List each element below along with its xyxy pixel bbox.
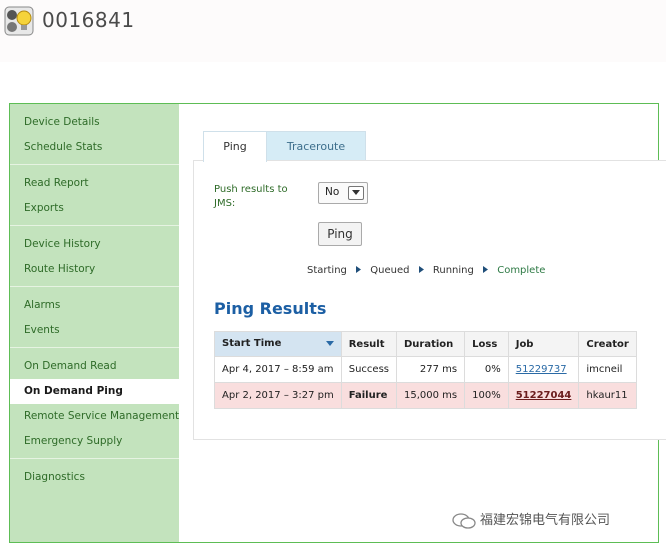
nav-group: Device History Route History: [10, 226, 179, 287]
nav-group: On Demand Read On Demand Ping Remote Ser…: [10, 348, 179, 459]
sidebar-item-on-demand-read[interactable]: On Demand Read: [10, 354, 179, 379]
select-value: No: [325, 186, 340, 198]
nav-group: Diagnostics: [10, 459, 179, 494]
lightbulb-meter-icon: [4, 6, 34, 36]
nav-group: Device Details Schedule Stats: [10, 104, 179, 165]
column-result[interactable]: Result: [340, 331, 398, 357]
step-running: Running: [432, 265, 474, 276]
push-results-select[interactable]: No: [318, 182, 368, 204]
sidebar-item-device-history[interactable]: Device History: [10, 232, 179, 257]
nav-group: Alarms Events: [10, 287, 179, 348]
page-title: 0016841: [42, 8, 135, 32]
tab-ping[interactable]: Ping: [203, 131, 267, 162]
content-frame: Device Details Schedule Stats Read Repor…: [9, 103, 666, 543]
cell-loss: 100%: [464, 382, 509, 409]
sort-desc-icon: [325, 339, 334, 350]
page-header: 0016841: [0, 0, 666, 62]
sidebar: Device Details Schedule Stats Read Repor…: [10, 104, 179, 542]
cell-start-time: Apr 4, 2017 – 8:59 am: [214, 356, 342, 383]
sidebar-item-route-history[interactable]: Route History: [10, 257, 179, 282]
sidebar-item-alarms[interactable]: Alarms: [10, 293, 179, 318]
triangle-right-icon: [356, 265, 362, 276]
nav-group: Read Report Exports: [10, 165, 179, 226]
sidebar-item-events[interactable]: Events: [10, 318, 179, 343]
cell-result: Failure: [340, 382, 398, 409]
tab-traceroute[interactable]: Traceroute: [266, 131, 366, 161]
progress-steps: Starting Queued Running Complete: [307, 265, 545, 277]
sidebar-item-remote-service-management[interactable]: Remote Service Management: [10, 404, 179, 429]
results-table: Start Time Result Duration Loss Job Crea…: [214, 331, 637, 409]
column-job[interactable]: Job: [507, 331, 580, 357]
step-starting: Starting: [307, 265, 347, 276]
cell-creator: hkaur11: [578, 382, 637, 409]
sidebar-item-emergency-supply[interactable]: Emergency Supply: [10, 429, 179, 454]
triangle-right-icon: [483, 265, 489, 276]
sidebar-item-diagnostics[interactable]: Diagnostics: [10, 465, 179, 490]
cell-job: 51227044: [507, 382, 580, 409]
chevron-down-icon: [348, 186, 364, 200]
column-duration[interactable]: Duration: [395, 331, 466, 357]
job-link[interactable]: 51227044: [516, 390, 572, 401]
wechat-icon: [452, 512, 476, 529]
table-row: Apr 4, 2017 – 8:59 am Success 277 ms 0% …: [214, 356, 637, 383]
sidebar-item-read-report[interactable]: Read Report: [10, 171, 179, 196]
push-results-label: Push results to JMS:: [214, 184, 288, 209]
sidebar-item-device-details[interactable]: Device Details: [10, 110, 179, 135]
column-creator[interactable]: Creator: [578, 331, 637, 357]
column-loss[interactable]: Loss: [464, 331, 509, 357]
step-queued: Queued: [370, 265, 410, 276]
cell-result: Success: [340, 356, 398, 383]
cell-duration: 277 ms: [395, 356, 466, 383]
ping-button[interactable]: Ping: [318, 222, 362, 246]
cell-duration: 15,000 ms: [395, 382, 466, 409]
cell-loss: 0%: [464, 356, 509, 383]
triangle-right-icon: [418, 265, 424, 276]
main-content: Ping Traceroute Push results to JMS: No …: [179, 104, 666, 542]
column-start-time[interactable]: Start Time: [214, 331, 342, 357]
table-row: Apr 2, 2017 – 3:27 pm Failure 15,000 ms …: [214, 382, 637, 409]
ping-panel: Push results to JMS: No Ping Starting Qu…: [193, 160, 666, 440]
cell-start-time: Apr 2, 2017 – 3:27 pm: [214, 382, 342, 409]
table-header-row: Start Time Result Duration Loss Job Crea…: [214, 331, 637, 357]
job-link[interactable]: 51229737: [516, 364, 567, 375]
step-complete: Complete: [497, 265, 546, 276]
cell-creator: imcneil: [578, 356, 637, 383]
sidebar-item-schedule-stats[interactable]: Schedule Stats: [10, 135, 179, 160]
watermark: 福建宏锦电气有限公司: [452, 509, 610, 529]
sidebar-item-exports[interactable]: Exports: [10, 196, 179, 221]
column-label: Start Time: [222, 338, 282, 349]
results-title: Ping Results: [214, 299, 327, 318]
watermark-text: 福建宏锦电气有限公司: [480, 513, 611, 528]
sidebar-item-on-demand-ping[interactable]: On Demand Ping: [10, 379, 179, 404]
cell-job: 51229737: [507, 356, 580, 383]
